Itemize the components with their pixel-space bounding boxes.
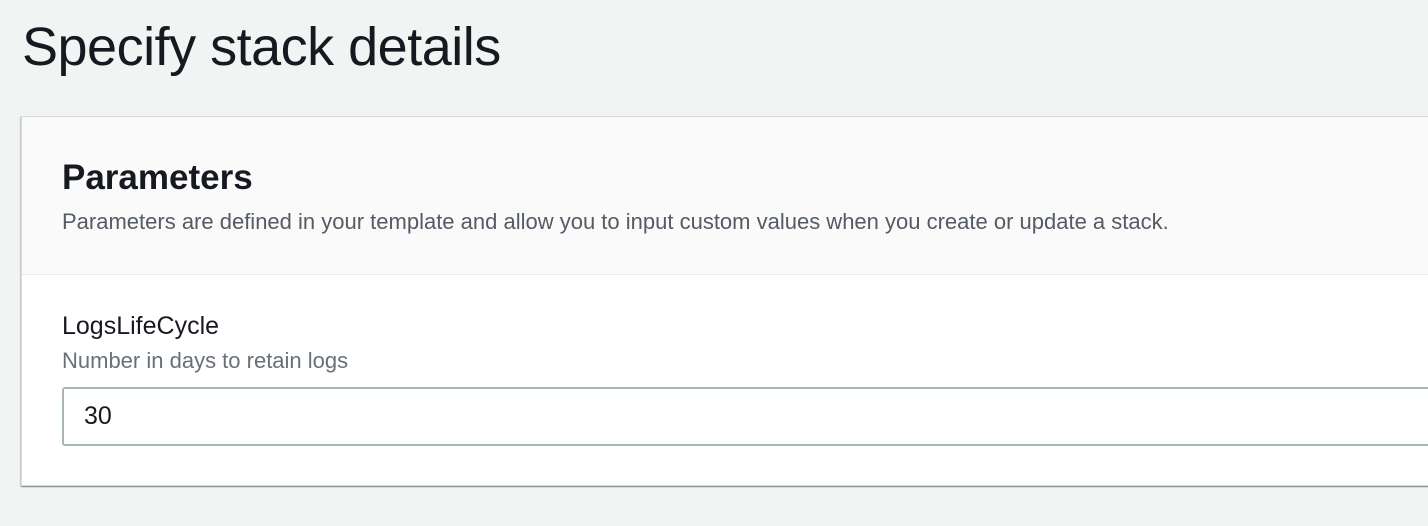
parameters-panel-title: Parameters — [62, 158, 253, 197]
parameters-panel-header: Parameters Parameters are defined in you… — [22, 117, 1428, 275]
parameters-panel: Parameters Parameters are defined in you… — [21, 116, 1428, 486]
logs-life-cycle-input[interactable] — [62, 387, 1428, 446]
parameters-panel-description: Parameters are defined in your template … — [62, 209, 1169, 234]
parameter-description: Number in days to retain logs — [62, 348, 349, 373]
page-title: Specify stack details — [22, 17, 501, 77]
parameter-label: LogsLifeCycle — [62, 312, 220, 340]
